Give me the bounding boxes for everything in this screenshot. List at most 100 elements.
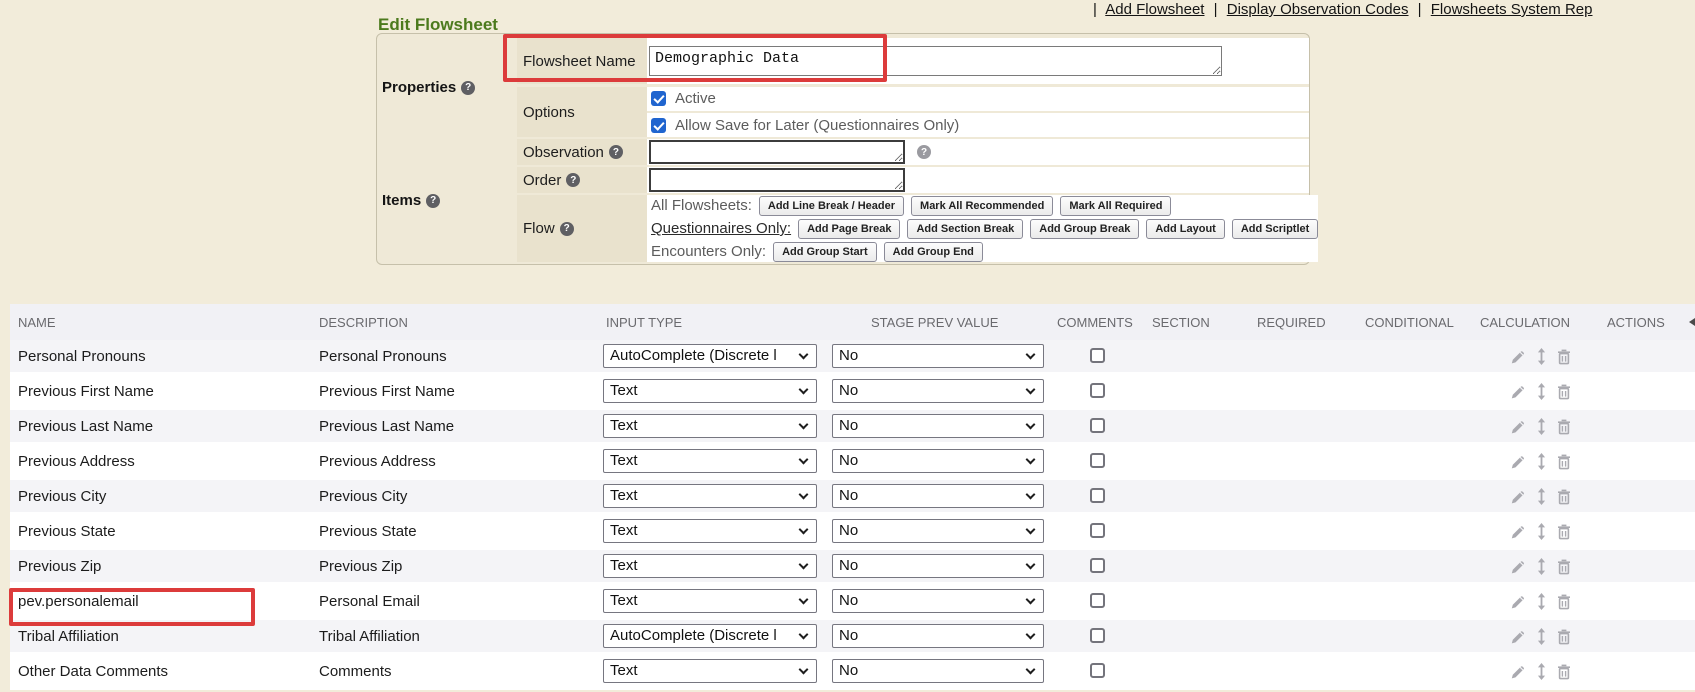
add-page-break-button[interactable]: Add Page Break (798, 219, 900, 239)
table-row: Previous First Name Previous First Name … (10, 375, 1695, 410)
move-icon[interactable] (1536, 523, 1547, 540)
comments-checkbox[interactable] (1090, 663, 1105, 678)
stage-prev-value-select[interactable]: No (832, 379, 1044, 403)
row-description: Tribal Affiliation (319, 628, 420, 645)
observation-input[interactable] (649, 140, 905, 164)
edit-icon[interactable] (1510, 524, 1526, 540)
move-icon[interactable] (1536, 663, 1547, 680)
stage-prev-value-select[interactable]: No (832, 449, 1044, 473)
add-layout-button[interactable]: Add Layout (1146, 219, 1225, 239)
comments-checkbox[interactable] (1090, 453, 1105, 468)
flowsheet-name-input[interactable]: Demographic Data (649, 46, 1222, 76)
mark-all-recommended-button[interactable]: Mark All Recommended (911, 196, 1053, 216)
comments-checkbox[interactable] (1090, 488, 1105, 503)
add-group-break-button[interactable]: Add Group Break (1030, 219, 1139, 239)
comments-checkbox[interactable] (1090, 348, 1105, 363)
move-icon[interactable] (1536, 488, 1547, 505)
comments-checkbox[interactable] (1090, 558, 1105, 573)
help-icon[interactable]: ? (566, 173, 580, 187)
move-icon[interactable] (1536, 558, 1547, 575)
input-type-select[interactable]: AutoComplete (Discrete l (603, 344, 817, 368)
properties-section-label: Properties ? (382, 79, 514, 96)
comments-checkbox[interactable] (1090, 523, 1105, 538)
chevron-down-icon (1026, 350, 1036, 360)
help-icon[interactable]: ? (609, 145, 623, 159)
edit-icon[interactable] (1510, 489, 1526, 505)
input-type-select[interactable]: Text (603, 449, 817, 473)
input-type-select[interactable]: Text (603, 659, 817, 683)
input-type-select[interactable]: AutoComplete (Discrete l (603, 624, 817, 648)
allow-save-checkbox[interactable] (651, 118, 666, 133)
move-icon[interactable] (1536, 453, 1547, 470)
help-icon[interactable]: ? (560, 222, 574, 236)
edit-icon[interactable] (1510, 419, 1526, 435)
comments-checkbox[interactable] (1090, 628, 1105, 643)
nav-link-add-flowsheet[interactable]: Add Flowsheet (1105, 1, 1204, 18)
help-icon[interactable]: ? (917, 145, 931, 159)
edit-icon[interactable] (1510, 664, 1526, 680)
edit-icon[interactable] (1510, 594, 1526, 610)
delete-icon[interactable] (1557, 454, 1571, 470)
add-scriptlet-button[interactable]: Add Scriptlet (1232, 219, 1318, 239)
stage-prev-value-select[interactable]: No (832, 519, 1044, 543)
delete-icon[interactable] (1557, 489, 1571, 505)
table-row: Personal Pronouns Personal Pronouns Auto… (10, 340, 1695, 375)
move-icon[interactable] (1536, 418, 1547, 435)
add-group-start-button[interactable]: Add Group Start (773, 242, 877, 262)
edit-icon[interactable] (1510, 629, 1526, 645)
add-line-break-header-button[interactable]: Add Line Break / Header (759, 196, 904, 216)
move-icon[interactable] (1536, 628, 1547, 645)
help-icon[interactable]: ? (426, 194, 440, 208)
chevron-down-icon (1026, 455, 1036, 465)
delete-icon[interactable] (1557, 559, 1571, 575)
chevron-down-icon (799, 490, 809, 500)
order-input[interactable] (649, 168, 905, 192)
delete-icon[interactable] (1557, 384, 1571, 400)
col-header-required: REQUIRED (1257, 315, 1326, 330)
comments-checkbox[interactable] (1090, 418, 1105, 433)
input-type-select[interactable]: Text (603, 519, 817, 543)
delete-icon[interactable] (1557, 349, 1571, 365)
stage-prev-value-select[interactable]: No (832, 624, 1044, 648)
edit-icon[interactable] (1510, 349, 1526, 365)
add-group-end-button[interactable]: Add Group End (884, 242, 983, 262)
delete-icon[interactable] (1557, 524, 1571, 540)
input-type-select[interactable]: Text (603, 379, 817, 403)
questionnaires-only-caption[interactable]: Questionnaires Only: (651, 220, 791, 237)
delete-icon[interactable] (1557, 594, 1571, 610)
col-header-section: SECTION (1152, 315, 1210, 330)
input-type-value: Text (610, 522, 638, 539)
allow-save-checkbox-label: Allow Save for Later (Questionnaires Onl… (675, 117, 959, 134)
move-icon[interactable] (1536, 348, 1547, 365)
mark-all-required-button[interactable]: Mark All Required (1060, 196, 1171, 216)
delete-icon[interactable] (1557, 664, 1571, 680)
delete-icon[interactable] (1557, 629, 1571, 645)
edit-icon[interactable] (1510, 559, 1526, 575)
input-type-select[interactable]: Text (603, 414, 817, 438)
move-icon[interactable] (1536, 383, 1547, 400)
stage-prev-value-select[interactable]: No (832, 659, 1044, 683)
stage-prev-value-select[interactable]: No (832, 484, 1044, 508)
stage-prev-value-select[interactable]: No (832, 344, 1044, 368)
comments-checkbox[interactable] (1090, 593, 1105, 608)
active-checkbox-label: Active (675, 90, 716, 107)
move-icon[interactable] (1536, 593, 1547, 610)
input-type-select[interactable]: Text (603, 484, 817, 508)
stage-prev-value-select[interactable]: No (832, 589, 1044, 613)
edit-icon[interactable] (1510, 384, 1526, 400)
delete-icon[interactable] (1557, 419, 1571, 435)
stage-prev-value-select[interactable]: No (832, 554, 1044, 578)
active-checkbox[interactable] (651, 91, 666, 106)
nav-link-flowsheets-system-reports[interactable]: Flowsheets System Rep (1431, 1, 1593, 18)
edit-flowsheet-panel: Properties ? Items ? Flowsheet Name Demo… (376, 33, 1310, 265)
comments-checkbox[interactable] (1090, 383, 1105, 398)
help-icon[interactable]: ? (461, 81, 475, 95)
edit-icon[interactable] (1510, 454, 1526, 470)
row-name: Previous Zip (18, 558, 101, 575)
input-type-select[interactable]: Text (603, 589, 817, 613)
add-section-break-button[interactable]: Add Section Break (907, 219, 1023, 239)
table-row: Previous City Previous City Text No (10, 480, 1695, 515)
stage-prev-value-select[interactable]: No (832, 414, 1044, 438)
nav-link-display-observation-codes[interactable]: Display Observation Codes (1227, 1, 1409, 18)
input-type-select[interactable]: Text (603, 554, 817, 578)
